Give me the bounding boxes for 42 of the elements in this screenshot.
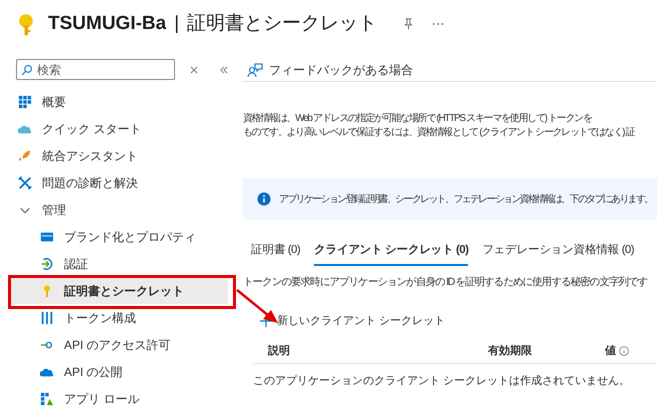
nav-item[interactable]: クイック スタート	[0, 115, 236, 142]
card-icon	[40, 230, 54, 244]
new-secret-button[interactable]: 新しいクライアント シークレット	[259, 313, 446, 330]
nav-item[interactable]: 問題の診断と解決	[0, 169, 236, 196]
description-text: トークンの要求時にアプリケーションが自身の ID を証明するために使用する秘密の文字列です	[243, 275, 648, 290]
nav-item[interactable]: 統合アシスタント	[0, 142, 236, 169]
nav-item[interactable]: トークン構成	[0, 304, 236, 331]
nav-item[interactable]: 証明書とシークレット	[10, 277, 228, 304]
nav-item[interactable]: アプリ ロール	[0, 385, 236, 411]
tab[interactable]: 証明書 (0)	[251, 242, 300, 266]
sign-in-icon	[40, 256, 54, 270]
empty-message: このアプリケーションのクライアント シークレットは作成されていません。	[253, 374, 632, 388]
description-text: ものです。より高いレベルで保証するには、資格情報として (クライアント シークレットではなく) 証	[243, 126, 636, 140]
column-header: 有効期限	[488, 344, 532, 359]
column-header: 説明	[268, 344, 290, 359]
column-header: 値	[605, 344, 616, 359]
person-chat-icon	[247, 62, 263, 78]
bars-icon	[40, 310, 54, 324]
search-field[interactable]: 検索	[16, 59, 175, 80]
nav-item[interactable]: API の公開	[0, 358, 236, 385]
grid-person-icon	[40, 392, 54, 406]
nav-item[interactable]: 認証	[0, 250, 236, 277]
feedback-button[interactable]: フィードバックがある場合	[247, 60, 413, 78]
app-name: TSUMUGI-Ba	[48, 12, 166, 36]
title-separator: |	[174, 12, 180, 36]
tab[interactable]: クライアント シークレット (0)	[314, 242, 468, 266]
info-icon	[257, 192, 271, 206]
search-icon	[21, 64, 33, 76]
tab[interactable]: フェデレーション資格情報 (0)	[482, 242, 634, 266]
info-icon	[619, 346, 629, 356]
info-text: アプリケーション登録証明書、シークレット、フェデレーション資格情報は、下のタブにあります。	[279, 192, 653, 206]
nav-item[interactable]: 概要	[0, 88, 236, 115]
collapse-icon	[219, 64, 229, 74]
grid-icon	[18, 94, 32, 108]
nav-item[interactable]: ブランド化とプロパティ	[0, 223, 236, 250]
nav-item[interactable]: API のアクセス許可	[0, 331, 236, 358]
close-icon	[189, 64, 199, 74]
nav-item[interactable]: 管理	[0, 196, 236, 223]
annotation-arrow	[236, 289, 278, 323]
page-title: 証明書とシークレット	[187, 12, 378, 36]
description-text: 資格情報は、Web アドレスの指定が可能な場所で (HTTPS スキーマを使用して) トークンを	[243, 112, 593, 126]
plus-icon	[259, 314, 273, 328]
